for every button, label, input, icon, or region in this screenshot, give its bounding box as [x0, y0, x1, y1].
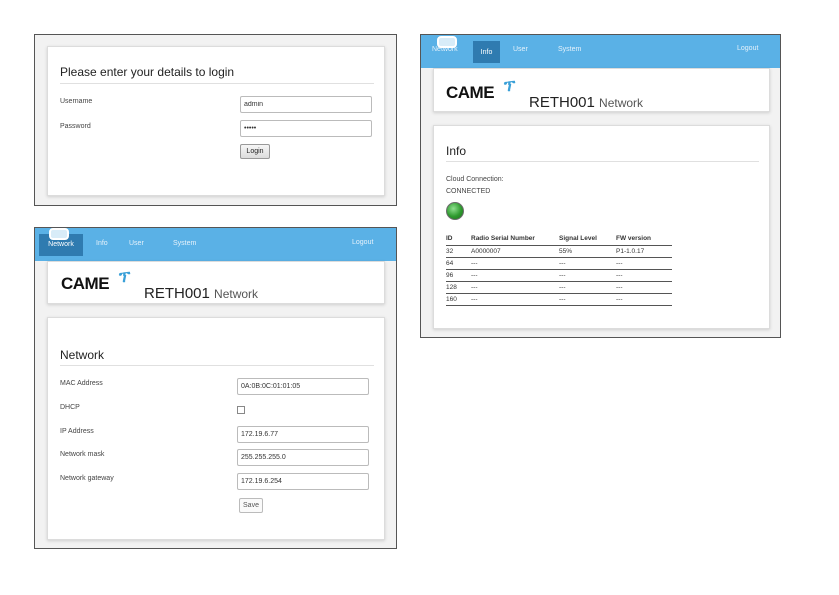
- network-card: Network MAC Address DHCP IP Address Netw…: [47, 317, 385, 540]
- cell-signal: 55%: [559, 245, 616, 258]
- product-sub: Network: [599, 96, 644, 110]
- network-title: Network: [60, 348, 105, 362]
- brand-card: CAME ፕ RETH001 Network: [47, 261, 385, 304]
- cell-serial: ---: [471, 281, 559, 294]
- cell-fw: ---: [616, 257, 672, 270]
- password-input[interactable]: [240, 120, 372, 137]
- nav-system[interactable]: System: [173, 240, 196, 247]
- dhcp-checkbox[interactable]: [237, 406, 245, 414]
- connection-status-icon: [446, 202, 464, 220]
- product-name: RETH001 Network: [144, 285, 258, 302]
- cell-fw: P1-1.0.17: [616, 245, 672, 258]
- brand-card: CAME ፕ RETH001 Network: [433, 68, 770, 112]
- table-row: 96 --- --- ---: [446, 269, 672, 282]
- cell-id: 32: [446, 245, 471, 258]
- navbar: Network Info User System Logout: [421, 35, 780, 68]
- cell-serial: ---: [471, 269, 559, 282]
- cell-signal: ---: [559, 257, 616, 270]
- logo-accent-icon: ፕ: [119, 269, 131, 286]
- network-screenshot: Network Info User System Logout CAME ፕ R…: [34, 227, 397, 549]
- mac-label: MAC Address: [60, 380, 103, 387]
- cell-serial: A0000007: [471, 245, 559, 258]
- ip-input[interactable]: [237, 426, 369, 443]
- gateway-label: Network gateway: [60, 475, 114, 482]
- info-title-divider: [446, 161, 759, 162]
- cell-fw: ---: [616, 281, 672, 294]
- nav-network-label: Network: [48, 241, 74, 248]
- product-sub: Network: [214, 287, 259, 301]
- login-screenshot: Please enter your details to login Usern…: [34, 34, 397, 206]
- info-title: Info: [446, 144, 467, 158]
- nav-network[interactable]: Network: [39, 228, 83, 256]
- table-row: 128 --- --- ---: [446, 281, 672, 294]
- navbar: Network Info User System Logout: [35, 228, 396, 261]
- network-title-divider: [60, 365, 374, 366]
- came-logo: CAME: [61, 274, 110, 293]
- info-screenshot: Network Info User System Logout CAME ፕ R…: [420, 34, 781, 338]
- product-name: RETH001 Network: [529, 94, 643, 111]
- nav-user[interactable]: User: [129, 240, 144, 247]
- cell-id: 64: [446, 257, 471, 270]
- cell-signal: ---: [559, 293, 616, 306]
- save-button[interactable]: Save: [239, 498, 263, 513]
- cell-fw: ---: [616, 293, 672, 306]
- cell-signal: ---: [559, 281, 616, 294]
- col-signal: Signal Level: [559, 234, 616, 246]
- dhcp-label: DHCP: [60, 404, 80, 411]
- mask-label: Network mask: [60, 451, 105, 458]
- home-tab-icon: [437, 36, 457, 48]
- col-id: ID: [446, 234, 471, 246]
- nav-logout[interactable]: Logout: [352, 239, 373, 246]
- col-serial: Radio Serial Number: [471, 234, 559, 246]
- col-fw: FW version: [616, 234, 672, 246]
- ip-label: IP Address: [60, 428, 94, 435]
- cell-id: 160: [446, 293, 471, 306]
- table-row: 160 --- --- ---: [446, 293, 672, 306]
- nav-logout[interactable]: Logout: [737, 45, 758, 52]
- nav-info[interactable]: Info: [473, 41, 500, 63]
- mask-input[interactable]: [237, 449, 369, 466]
- username-label: Username: [60, 98, 93, 105]
- nav-user[interactable]: User: [513, 46, 528, 53]
- table-row: 32 A0000007 55% P1-1.0.17: [446, 245, 672, 258]
- logo-accent-icon: ፕ: [504, 78, 516, 95]
- cell-id: 128: [446, 281, 471, 294]
- login-title: Please enter your details to login: [60, 65, 235, 79]
- nav-info[interactable]: Info: [96, 240, 108, 247]
- product-model: RETH001: [529, 94, 595, 111]
- cell-serial: ---: [471, 257, 559, 270]
- login-button[interactable]: Login: [240, 144, 270, 159]
- mac-input[interactable]: [237, 378, 369, 395]
- cloud-connection-status: CONNECTED: [446, 188, 491, 195]
- table-header-row: ID Radio Serial Number Signal Level FW v…: [446, 234, 672, 246]
- cell-serial: ---: [471, 293, 559, 306]
- cell-id: 96: [446, 269, 471, 282]
- nav-info-label: Info: [480, 49, 493, 56]
- info-card: Info Cloud Connection: CONNECTED ID Radi…: [433, 125, 770, 329]
- username-input[interactable]: [240, 96, 372, 113]
- came-logo: CAME: [446, 83, 495, 102]
- table-row: 64 --- --- ---: [446, 257, 672, 270]
- nav-system[interactable]: System: [558, 46, 581, 53]
- gateway-input[interactable]: [237, 473, 369, 490]
- cell-fw: ---: [616, 269, 672, 282]
- cell-signal: ---: [559, 269, 616, 282]
- home-tab-icon: [49, 228, 69, 240]
- login-card: Please enter your details to login Usern…: [47, 46, 385, 196]
- nav-network[interactable]: Network: [432, 36, 458, 53]
- product-model: RETH001: [144, 285, 210, 302]
- devices-table: ID Radio Serial Number Signal Level FW v…: [446, 234, 672, 306]
- cloud-connection-label: Cloud Connection:: [446, 176, 504, 183]
- login-title-divider: [60, 83, 374, 84]
- password-label: Password: [60, 123, 91, 130]
